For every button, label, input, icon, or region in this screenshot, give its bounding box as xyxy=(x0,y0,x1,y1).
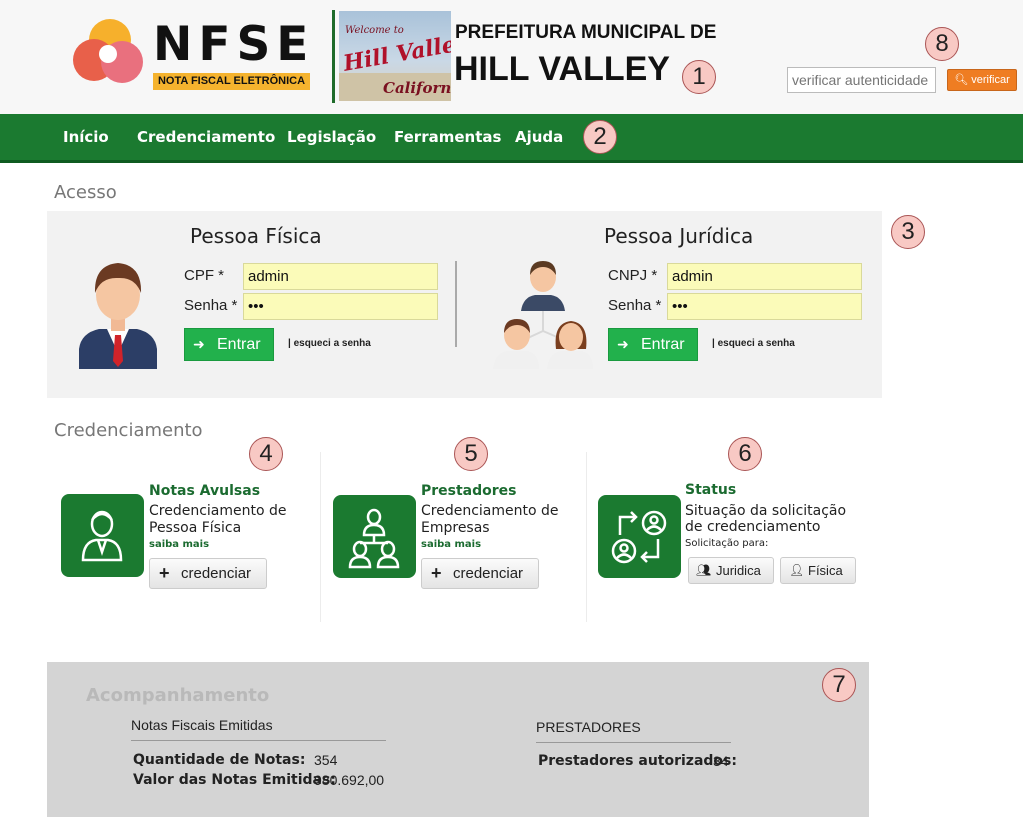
nav-item-credenciamento[interactable]: Credenciamento xyxy=(137,128,275,146)
entrar-juridica-button[interactable]: ➜ Entrar xyxy=(608,328,698,361)
city-subtitle: PREFEITURA MUNICIPAL DE xyxy=(455,22,717,43)
cpf-label: CPF * xyxy=(184,267,225,284)
prestadores-desc-2: Empresas xyxy=(421,520,490,536)
acompanhamento-title: Acompanhamento xyxy=(86,685,270,706)
cnpj-label: CNPJ * xyxy=(608,267,658,284)
logo-tagline: NOTA FISCAL ELETRÔNICA xyxy=(153,73,310,90)
city-image-line1: Welcome to xyxy=(345,25,404,36)
exchange-users-icon xyxy=(611,510,667,564)
search-icon: 🔍︎ xyxy=(954,74,969,86)
entrar-fisica-button[interactable]: ➜ Entrar xyxy=(184,328,274,361)
prestadores-more-link[interactable]: saiba mais xyxy=(421,539,481,550)
senha-juridica-label: Senha * xyxy=(608,297,662,314)
people-network-icon xyxy=(348,508,400,569)
city-image-line3: California xyxy=(383,79,451,97)
prestadores-heading: PRESTADORES xyxy=(536,719,641,735)
marker-4: 4 xyxy=(249,437,283,471)
notas-avulsas-desc-2: Pessoa Física xyxy=(149,520,242,536)
marker-1: 1 xyxy=(682,60,716,94)
plus-icon: + xyxy=(431,563,442,583)
main-nav: Início Credenciamento Legislação Ferrame… xyxy=(0,114,1023,163)
marker-5: 5 xyxy=(454,437,488,471)
city-name: HILL VALLEY xyxy=(454,50,670,88)
prestadores-title[interactable]: Prestadores xyxy=(421,483,517,499)
nav-item-inicio[interactable]: Início xyxy=(63,128,109,146)
senha-fisica-label: Senha * xyxy=(184,297,238,314)
marker-8: 8 xyxy=(925,27,959,61)
notas-avulsas-more-link[interactable]: saiba mais xyxy=(149,539,209,550)
acompanhamento-panel: Acompanhamento 7 Notas Fiscais Emitidas … xyxy=(47,662,869,817)
person-outline-icon xyxy=(81,510,123,562)
status-desc-2: de credenciamento xyxy=(685,519,821,535)
verify-authenticity-input[interactable] xyxy=(787,67,936,93)
notas-avulsas-desc-1: Credenciamento de xyxy=(149,503,287,519)
nfse-logo-icon xyxy=(73,19,143,83)
verify-button[interactable]: 🔍︎ verificar xyxy=(947,69,1017,91)
city-welcome-image: Welcome to Hill Valley California xyxy=(339,11,451,101)
quantidade-label: Quantidade de Notas: xyxy=(133,752,306,768)
marker-6: 6 xyxy=(728,437,762,471)
status-desc-1: Situação da solicitação xyxy=(685,503,847,519)
user-icon: 👤︎ xyxy=(789,563,805,577)
marker-7: 7 xyxy=(822,668,856,702)
entrar-fisica-label: Entrar xyxy=(217,336,261,353)
forgot-password-fisica-link[interactable]: | esqueci a senha xyxy=(288,338,371,349)
notas-avulsas-tile[interactable] xyxy=(61,494,144,577)
marker-2: 2 xyxy=(583,120,617,154)
header-divider xyxy=(332,10,335,103)
plus-icon: + xyxy=(159,563,170,583)
forgot-password-juridica-link[interactable]: | esqueci a senha xyxy=(712,338,795,349)
sign-in-icon: ➜ xyxy=(617,336,629,352)
credenciar-prestadores-button[interactable]: + credenciar xyxy=(421,558,539,589)
valor-label: Valor das Notas Emitidas: xyxy=(133,772,336,788)
senha-juridica-input[interactable]: ••• xyxy=(667,293,862,320)
marker-3: 3 xyxy=(891,215,925,249)
notas-emitidas-heading: Notas Fiscais Emitidas xyxy=(131,717,273,733)
cpf-input[interactable]: admin xyxy=(243,263,438,290)
panel-divider xyxy=(455,261,457,347)
quantidade-value: 354 xyxy=(314,752,338,768)
sign-in-icon: ➜ xyxy=(193,336,205,352)
header: NFSE NOTA FISCAL ELETRÔNICA Welcome to H… xyxy=(0,0,1023,114)
autorizados-label: Prestadores autorizados: xyxy=(538,753,737,769)
senha-fisica-input[interactable]: ••• xyxy=(243,293,438,320)
status-subtitle: Solicitação para: xyxy=(685,538,769,549)
users-icon: 👥︎ xyxy=(696,563,712,577)
company-people-icon xyxy=(493,261,593,369)
verify-button-label: verificar xyxy=(971,74,1010,86)
nav-item-legislacao[interactable]: Legislação xyxy=(287,128,376,146)
credenciar-label: credenciar xyxy=(453,565,524,582)
pessoa-fisica-title: Pessoa Física xyxy=(190,224,322,248)
status-juridica-label: Juridica xyxy=(716,563,761,578)
column-divider xyxy=(320,452,321,622)
credenciamento-section-title: Credenciamento xyxy=(54,420,203,441)
cnpj-input[interactable]: admin xyxy=(667,263,862,290)
prestadores-desc-1: Credenciamento de xyxy=(421,503,559,519)
logo-text: NFSE xyxy=(153,17,315,72)
entrar-juridica-label: Entrar xyxy=(641,336,685,353)
credenciar-label: credenciar xyxy=(181,565,252,582)
pessoa-juridica-title: Pessoa Jurídica xyxy=(604,224,754,248)
acesso-section-title: Acesso xyxy=(54,182,117,203)
acesso-panel: Pessoa Física CPF * admin Senha * ••• ➜ … xyxy=(47,211,882,398)
notas-heading-rule xyxy=(131,740,386,741)
nav-item-ferramentas[interactable]: Ferramentas xyxy=(394,128,501,146)
valor-value: 980.692,00 xyxy=(314,772,385,788)
nav-item-ajuda[interactable]: Ajuda xyxy=(515,128,563,146)
status-juridica-button[interactable]: 👥︎ Juridica xyxy=(688,557,774,584)
column-divider xyxy=(586,452,587,622)
prestadores-heading-rule xyxy=(536,742,731,743)
status-fisica-label: Física xyxy=(808,563,843,578)
status-fisica-button[interactable]: 👤︎ Física xyxy=(780,557,856,584)
credenciar-notas-avulsas-button[interactable]: + credenciar xyxy=(149,558,267,589)
prestadores-tile[interactable] xyxy=(333,495,416,578)
person-avatar-icon xyxy=(79,263,157,369)
notas-avulsas-title[interactable]: Notas Avulsas xyxy=(149,483,260,499)
city-image-line2: Hill Valley xyxy=(340,29,451,77)
status-title[interactable]: Status xyxy=(685,482,736,498)
autorizados-value: 34 xyxy=(713,753,729,769)
status-tile[interactable] xyxy=(598,495,681,578)
